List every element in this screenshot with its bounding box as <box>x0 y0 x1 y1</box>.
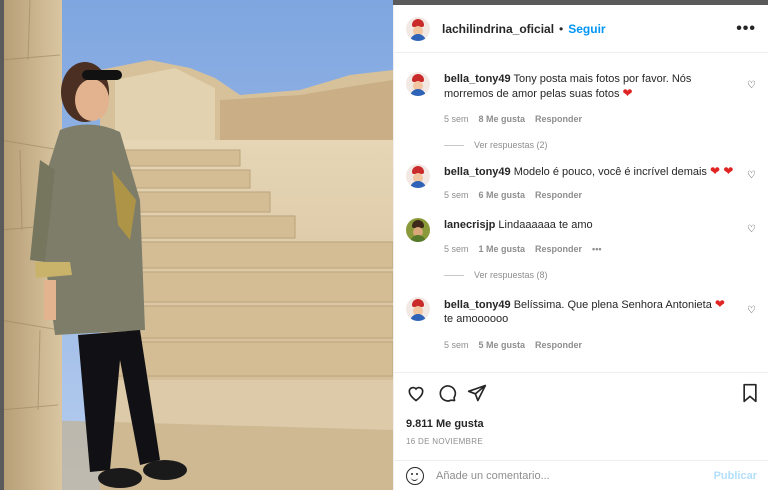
commenter-avatar[interactable] <box>406 297 430 321</box>
bookmark-icon[interactable] <box>741 383 759 403</box>
reply-button[interactable]: Responder <box>535 114 582 124</box>
comment-username[interactable]: bella_tony49 <box>444 166 511 178</box>
comment-likes[interactable]: 8 Me gusta <box>479 114 526 124</box>
reply-button[interactable]: Responder <box>535 340 582 350</box>
post-side-panel: lachilindrina_oficial • Seguir ••• bella… <box>393 5 768 490</box>
comment-meta: 5 sem 8 Me gusta Responder <box>444 114 582 124</box>
action-icons-row <box>404 381 759 409</box>
separator-dot: • <box>559 21 564 36</box>
post-photo[interactable] <box>0 0 393 490</box>
comment-like-icon[interactable]: ♡ <box>747 305 756 316</box>
red-heart-emoji: ❤ ❤ <box>709 164 734 178</box>
comments-list[interactable]: bella_tony49 Tony posta mais fotos por f… <box>394 54 768 372</box>
comment-age: 5 sem <box>444 340 469 350</box>
emoji-icon[interactable] <box>406 467 424 485</box>
comment-like-icon[interactable]: ♡ <box>747 170 756 181</box>
comment-text-block: bella_tony49 Modelo é pouco, você é incr… <box>444 164 734 179</box>
comment-text: Lindaaaaaa te amo <box>498 219 593 231</box>
publish-button[interactable]: Publicar <box>714 470 757 482</box>
photo-scene <box>0 0 393 490</box>
reply-button[interactable]: Responder <box>535 190 582 200</box>
view-replies-button[interactable]: Ver respuestas (2) <box>444 140 548 150</box>
add-comment-bar: Publicar <box>394 460 768 490</box>
author-username[interactable]: lachilindrina_oficial <box>442 22 554 36</box>
post-date: 16 DE NOVIEMBRE <box>406 437 483 446</box>
share-icon[interactable] <box>467 383 487 403</box>
more-options-icon[interactable]: ••• <box>736 20 756 38</box>
author-avatar[interactable] <box>406 16 430 41</box>
comment-likes[interactable]: 5 Me gusta <box>479 340 526 350</box>
comment-text: Modelo é pouco, você é incrível demais <box>513 166 707 178</box>
replies-line <box>444 274 464 276</box>
comment-age: 5 sem <box>444 114 469 124</box>
comment-input[interactable] <box>436 470 714 482</box>
comment-likes[interactable]: 1 Me gusta <box>479 244 526 254</box>
follow-button[interactable]: Seguir <box>568 22 605 36</box>
comment-text-block: lanecrisjp Lindaaaaaa te amo <box>444 218 734 232</box>
comment-text: Belíssima. Que plena Senhora Antonieta <box>513 299 712 311</box>
comment-age: 5 sem <box>444 190 469 200</box>
comment-text-block: bella_tony49 Tony posta mais fotos por f… <box>444 72 734 101</box>
comment-icon[interactable] <box>437 383 457 403</box>
red-heart-emoji: ❤ <box>714 297 725 311</box>
commenter-avatar[interactable] <box>406 72 430 96</box>
view-replies-label: Ver respuestas (8) <box>474 270 548 280</box>
view-replies-label: Ver respuestas (2) <box>474 140 548 150</box>
comment-username[interactable]: lanecrisjp <box>444 219 495 231</box>
likes-count[interactable]: 9.811 Me gusta <box>406 418 484 430</box>
post-actions: 9.811 Me gusta 16 DE NOVIEMBRE Publicar <box>394 372 768 490</box>
comment-text-continued: te amoooooo <box>444 313 509 325</box>
commenter-avatar[interactable] <box>406 164 430 188</box>
view-replies-button[interactable]: Ver respuestas (8) <box>444 270 548 280</box>
commenter-avatar[interactable] <box>406 218 430 242</box>
comment-like-icon[interactable]: ♡ <box>747 80 756 91</box>
window-left-border <box>0 0 4 490</box>
comment-text-block: bella_tony49 Belíssima. Que plena Senhor… <box>444 297 734 326</box>
comment-username[interactable]: bella_tony49 <box>444 299 511 311</box>
comment-age: 5 sem <box>444 244 469 254</box>
comment-username[interactable]: bella_tony49 <box>444 73 511 85</box>
comment-meta: 5 sem 1 Me gusta Responder ••• <box>444 244 602 254</box>
comment-likes[interactable]: 6 Me gusta <box>479 190 526 200</box>
post-header: lachilindrina_oficial • Seguir ••• <box>394 5 768 53</box>
comment-meta: 5 sem 6 Me gusta Responder <box>444 190 582 200</box>
comment-meta: 5 sem 5 Me gusta Responder <box>444 340 582 350</box>
comment-options-icon[interactable]: ••• <box>592 244 601 254</box>
replies-line <box>444 144 464 146</box>
reply-button[interactable]: Responder <box>535 244 582 254</box>
heart-icon[interactable] <box>406 383 426 403</box>
comment-like-icon[interactable]: ♡ <box>747 224 756 235</box>
red-heart-emoji: ❤ <box>622 86 633 100</box>
